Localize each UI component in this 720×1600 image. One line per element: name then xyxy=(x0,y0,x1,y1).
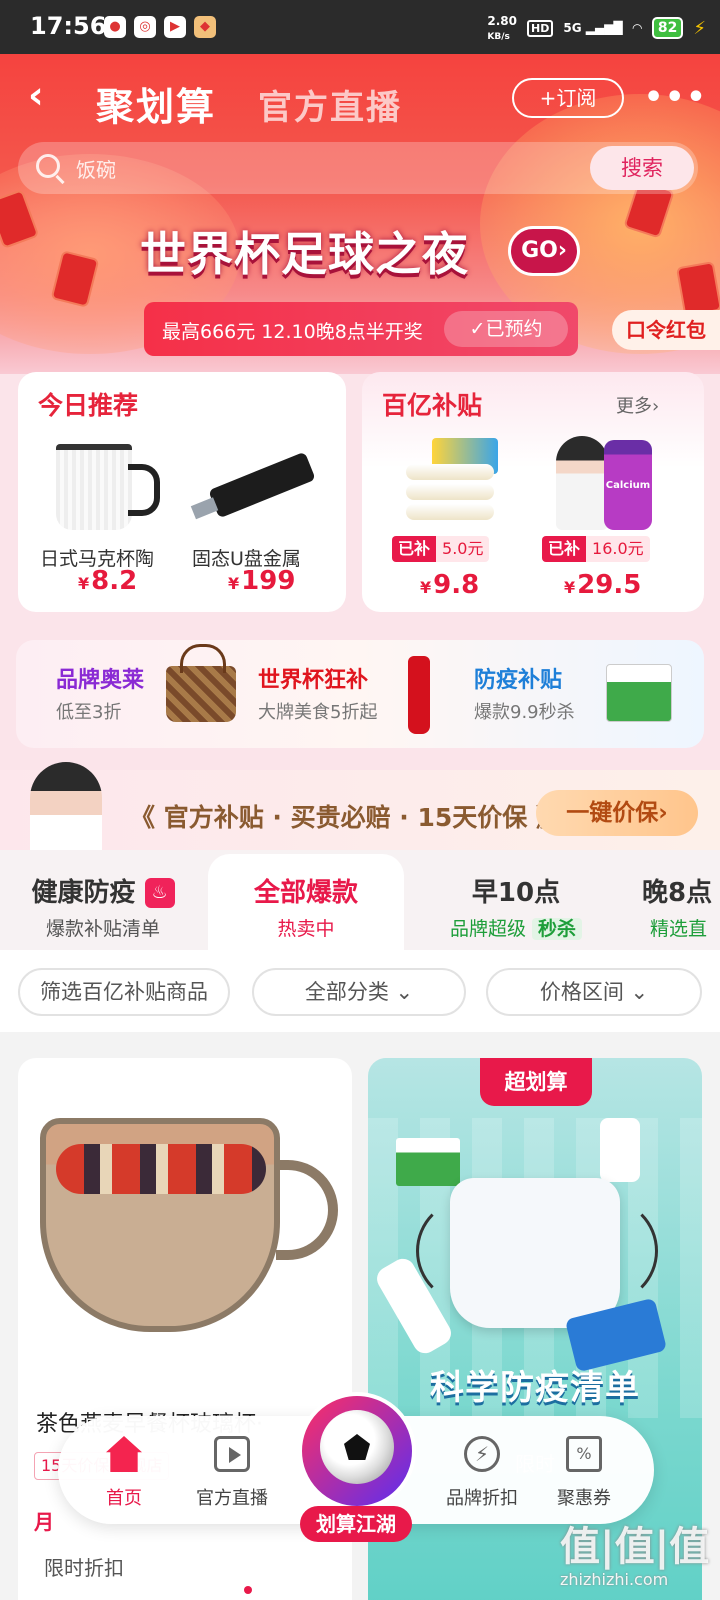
clock: 17:56 xyxy=(30,12,107,40)
search-icon xyxy=(36,154,60,178)
service-agent-avatar xyxy=(30,762,102,858)
bolt-icon: ⚡ xyxy=(464,1436,500,1472)
promo-strip xyxy=(16,640,704,748)
tab-health[interactable]: 健康防疫 ♨ 爆款补贴清单 xyxy=(0,854,206,950)
page-indicator xyxy=(244,1586,252,1594)
tab-title: 全部爆款 xyxy=(253,878,358,908)
nav-home[interactable]: 首页 xyxy=(76,1426,172,1516)
tab-sub: 精选直 xyxy=(650,918,708,940)
medicine-box-image xyxy=(396,1138,460,1186)
nav-label: 聚惠券 xyxy=(557,1488,611,1509)
tab-title: 早10点 xyxy=(471,878,561,908)
tab-evening-8[interactable]: 晚8点 精选直 xyxy=(628,854,720,950)
nav-label: 官方直播 xyxy=(196,1488,268,1509)
reserved-button[interactable]: ✓已预约 xyxy=(444,311,568,347)
app-notify-icon: ◎ xyxy=(134,16,156,38)
tab-title: 晚8点 xyxy=(642,878,713,908)
nav-brand[interactable]: ⚡ 品牌折扣 xyxy=(434,1426,530,1516)
prize-text: 最高666元 12.10晚8点半开奖 xyxy=(162,321,423,343)
live-title[interactable]: 官方直播 xyxy=(258,80,402,129)
watermark-logo: 值|值|值 xyxy=(560,1524,710,1570)
calcium-bottle-image[interactable] xyxy=(604,440,652,530)
subsidy-title: 百亿补贴 xyxy=(382,391,483,420)
status-bar: 17:56 ● ◎ ▶ ◆ 2.80 KB/s HD 5G ▂▄▆█ ◠ 82 ⚡ xyxy=(0,0,720,54)
face-mask-image xyxy=(416,1178,658,1328)
password-redpacket-button[interactable]: 口令红包 xyxy=(612,310,720,350)
search-input[interactable]: 饭碗 xyxy=(76,154,116,183)
play-icon: ▶ xyxy=(164,16,186,38)
battery-icon: 82 xyxy=(651,17,684,39)
product-price: ¥9.8 xyxy=(420,570,480,600)
tab-all-hot[interactable]: 全部爆款 热卖中 xyxy=(208,854,404,950)
today-recommend-title: 今日推荐 xyxy=(38,391,139,420)
fire-icon: ♨ xyxy=(144,878,175,908)
nav-live[interactable]: 官方直播 xyxy=(184,1426,280,1516)
status-right: 2.80 KB/s HD 5G ▂▄▆█ ◠ 82 ⚡ xyxy=(487,14,706,42)
watermark-domain: zhizhizhi.com xyxy=(560,1570,669,1589)
limited-discount-label: 限时折扣 xyxy=(44,1556,124,1580)
football-icon[interactable] xyxy=(298,1392,416,1510)
model-image xyxy=(556,436,608,530)
subscribe-button[interactable]: +订阅 xyxy=(512,78,624,118)
tab-sub: 热卖中 xyxy=(277,918,335,940)
subsidy-more-link[interactable]: 更多› xyxy=(616,392,659,418)
epidemic-subsidy-sub: 爆款9.9秒杀 xyxy=(474,702,575,723)
price-range-dropdown[interactable]: 价格区间 ⌄ xyxy=(486,968,702,1016)
back-button[interactable]: ‹ xyxy=(28,76,44,114)
subsidy-filter-chip[interactable]: 筛选百亿补贴商品 xyxy=(18,968,230,1016)
super-deal-badge: 超划算 xyxy=(480,1058,592,1106)
nav-label: 品牌折扣 xyxy=(446,1488,518,1509)
handbag-image[interactable] xyxy=(166,644,236,722)
wifi-icon: ◠ xyxy=(632,21,642,35)
product-price: ¥199 xyxy=(228,566,296,596)
search-bar[interactable]: 饭碗 搜索 xyxy=(18,142,698,194)
tab-sub: 爆款补贴清单 xyxy=(45,918,160,940)
subsidy-tag: 已补 16.0元 xyxy=(542,536,650,562)
flash-sale-badge: 秒杀 xyxy=(532,918,583,940)
signal-icon: 5G ▂▄▆█ xyxy=(563,21,623,35)
epidemic-subsidy-title[interactable]: 防疫补贴 xyxy=(474,662,562,694)
price-protect-button[interactable]: 一键价保› xyxy=(536,790,698,836)
brand-title: 聚划算 xyxy=(96,85,217,129)
worldcup-subsidy-title[interactable]: 世界杯狂补 xyxy=(258,662,368,694)
worldcup-title[interactable]: 世界杯足球之夜 xyxy=(140,218,469,284)
guarantee-text: 《 官方补贴 · 买贵必赔 · 15天价保 》 xyxy=(130,803,562,832)
home-icon xyxy=(106,1436,142,1472)
ad-headline: 科学防疫清单 xyxy=(430,1368,640,1408)
pill-bottle-image xyxy=(600,1118,640,1182)
go-button[interactable]: GO› xyxy=(508,226,580,276)
cola-bottle-image[interactable] xyxy=(408,656,430,734)
nav-label: 首页 xyxy=(106,1488,142,1509)
nav-gather[interactable]: % 聚惠券 xyxy=(536,1426,632,1516)
percent-bag-icon: % xyxy=(566,1436,602,1472)
tab-sub: 品牌超级 秒杀 xyxy=(418,914,614,941)
subsidy-tag: 已补 5.0元 xyxy=(392,536,490,562)
medicine-box-image[interactable] xyxy=(606,664,672,722)
charging-icon: ⚡ xyxy=(693,17,706,39)
game-icon: ◆ xyxy=(194,16,216,38)
nav-center[interactable]: 划算江湖 xyxy=(300,1506,412,1542)
category-dropdown[interactable]: 全部分类 ⌄ xyxy=(252,968,466,1016)
prize-bar[interactable]: 最高666元 12.10晚8点半开奖 ✓已预约 xyxy=(144,302,578,356)
monthly-sales-label: 月 xyxy=(34,1510,54,1534)
more-menu-icon[interactable]: ••• xyxy=(644,80,708,115)
search-button[interactable]: 搜索 xyxy=(590,146,694,190)
net-speed: 2.80 KB/s xyxy=(487,14,517,42)
product-price: ¥8.2 xyxy=(78,566,138,596)
tab-morning-10[interactable]: 早10点 品牌超级 秒杀 xyxy=(418,854,614,950)
worldcup-subsidy-sub: 大牌美食5折起 xyxy=(258,702,378,723)
mug-image[interactable] xyxy=(56,444,160,530)
wechat-icon: ● xyxy=(104,16,126,38)
brand-outlet-sub: 低至3折 xyxy=(56,702,122,723)
hd-icon: HD xyxy=(527,19,554,37)
glass-cup-image[interactable] xyxy=(40,1118,338,1332)
cheese-stick-image[interactable] xyxy=(406,464,494,522)
product-price: ¥29.5 xyxy=(564,570,642,600)
tab-title: 健康防疫 xyxy=(31,878,136,908)
brand-outlet-title[interactable]: 品牌奥莱 xyxy=(56,662,144,694)
tv-play-icon xyxy=(214,1436,250,1472)
